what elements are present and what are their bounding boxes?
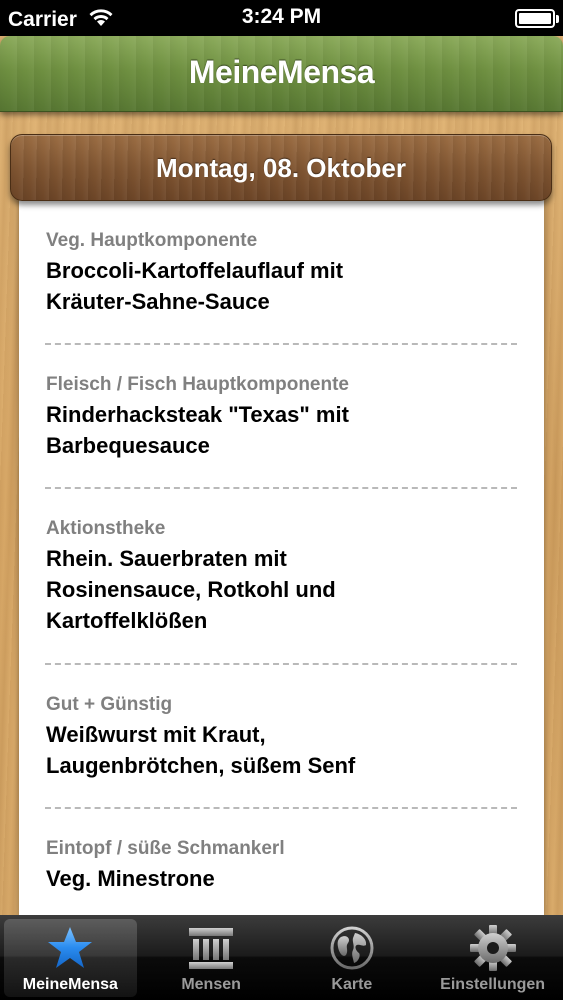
battery-icon: [515, 9, 559, 28]
navigation-bar: MeineMensa: [0, 36, 563, 112]
status-time: 3:24 PM: [241, 5, 322, 28]
tab-label: Karte: [331, 976, 373, 993]
menu-item-dish: Rhein. Sauerbraten mit Rosinensauce, Rot…: [46, 546, 336, 633]
tab-label: MeineMensa: [22, 976, 118, 993]
menu-item-category: Gut + Günstig: [46, 694, 173, 715]
menu-item[interactable]: Fleisch / Fisch Hauptkomponente Rinderha…: [46, 373, 518, 461]
dashed-divider: [45, 343, 517, 345]
status-bar: Carrier 3:24 PM: [0, 0, 563, 36]
menu-item[interactable]: Aktionstheke Rhein. Sauerbraten mit Rosi…: [46, 517, 518, 636]
menu-list[interactable]: Veg. Hauptkomponente Broccoli-Kartoffela…: [19, 198, 544, 918]
date-label: Montag, 08. Oktober: [156, 153, 406, 183]
menu-item-dish: Weißwurst mit Kraut, Laugenbrötchen, süß…: [46, 722, 356, 778]
tab-meinemensa[interactable]: MeineMensa: [0, 915, 141, 1000]
menu-item[interactable]: Veg. Hauptkomponente Broccoli-Kartoffela…: [46, 229, 518, 317]
dashed-divider: [45, 663, 517, 665]
globe-icon: [326, 925, 378, 971]
dashed-divider: [45, 487, 517, 489]
menu-item[interactable]: Eintopf / süße Schmankerl Veg. Minestron…: [46, 837, 518, 894]
gear-icon: [467, 925, 519, 971]
building-icon: [185, 925, 237, 971]
tab-mensen[interactable]: Mensen: [141, 915, 282, 1000]
tab-label: Einstellungen: [440, 976, 546, 993]
nav-title: MeineMensa: [188, 54, 375, 90]
menu-item-dish: Veg. Minestrone: [46, 866, 215, 891]
tab-einstellungen[interactable]: Einstellungen: [422, 915, 563, 1000]
tab-karte[interactable]: Karte: [282, 915, 423, 1000]
tab-label: Mensen: [181, 976, 241, 993]
date-header: Montag, 08. Oktober: [10, 134, 552, 201]
menu-item-category: Veg. Hauptkomponente: [46, 230, 258, 251]
menu-item-category: Fleisch / Fisch Hauptkomponente: [46, 374, 349, 395]
menu-item-category: Eintopf / süße Schmankerl: [46, 838, 285, 859]
star-icon: [44, 925, 96, 971]
menu-item-category: Aktionstheke: [46, 518, 166, 539]
menu-item[interactable]: Gut + Günstig Weißwurst mit Kraut, Lauge…: [46, 693, 518, 781]
menu-item-dish: Rinderhacksteak "Texas" mit Barbequesauc…: [46, 402, 349, 458]
menu-item-dish: Broccoli-Kartoffelauflauf mit Kräuter-Sa…: [46, 258, 344, 314]
dashed-divider: [45, 807, 517, 809]
tab-bar: MeineMensa Mensen Karte Einstellungen: [0, 915, 563, 1000]
